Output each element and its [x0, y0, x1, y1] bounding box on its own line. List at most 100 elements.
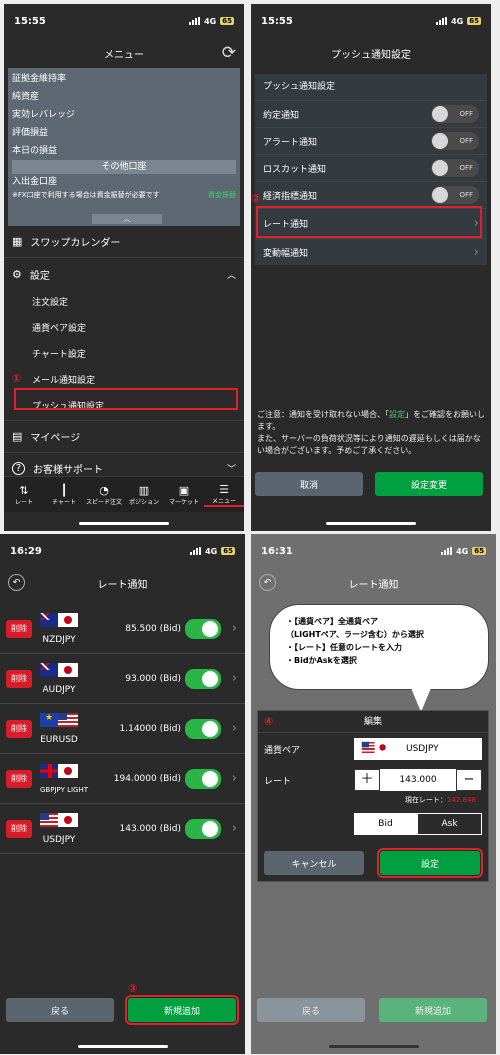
tab-label: スピード注文: [85, 498, 122, 506]
step-marker-1: ①: [12, 372, 22, 385]
collapse-button[interactable]: ︿: [92, 214, 162, 224]
volatility-notify-label: 変動幅通知: [263, 248, 309, 259]
pair-name: NZDJPY: [42, 634, 76, 645]
network: 4G: [205, 546, 218, 556]
sub-pair[interactable]: 通貨ペア設定: [32, 316, 244, 342]
toggle-switch[interactable]: [185, 718, 221, 739]
swap-calendar-item[interactable]: ▦ スワップカレンダー: [4, 226, 244, 258]
delete-button[interactable]: 削除: [6, 769, 32, 788]
mypage-item[interactable]: ▤ マイページ: [4, 420, 244, 452]
page-title: レート通知: [97, 579, 148, 591]
delete-button[interactable]: 削除: [6, 619, 32, 638]
status-bar: 16:29 4G 65: [0, 534, 245, 568]
settings-label: 設定: [29, 270, 50, 282]
sub-order[interactable]: 注文設定: [32, 290, 244, 316]
tab-rate[interactable]: ⇅ レート: [4, 484, 44, 506]
toggle-switch[interactable]: OFF: [431, 159, 479, 177]
toggle-switch[interactable]: OFF: [431, 186, 479, 204]
toggle-switch[interactable]: [185, 668, 221, 689]
chevron-right-icon[interactable]: ›: [232, 771, 237, 786]
toggle-switch[interactable]: OFF: [431, 132, 479, 150]
notice: ご注意：通知を受け取れない場合、「設定」をご確認をお願いします。 また、サーバーの…: [257, 409, 485, 457]
settings-item[interactable]: ⚙ 設定 ︿: [4, 258, 244, 290]
flag-icon: [40, 662, 78, 685]
chevron-right-icon[interactable]: ›: [232, 821, 237, 836]
toggle-knob: [432, 106, 448, 122]
tab-label: チャート: [52, 498, 76, 506]
back-button[interactable]: 戻る: [6, 998, 114, 1022]
home-indicator: [326, 522, 416, 525]
callout-tail: [411, 688, 431, 712]
pair-value: USDJPY: [406, 744, 439, 754]
signal-icon: [436, 17, 448, 25]
edit-dialog-screen: 16:31 4G 65 ↶ レート通知 ・【通貨ペア】全通貨ペア （LIGHTペア、ラ…: [251, 534, 496, 1054]
settings-link[interactable]: 設定: [389, 410, 405, 419]
back-button[interactable]: 戻る: [257, 998, 365, 1022]
rate-value: 93.000 (Bid): [125, 673, 181, 684]
delete-button[interactable]: 削除: [6, 819, 32, 838]
pair-name: USDJPY: [42, 834, 76, 845]
tab-market[interactable]: ▣ マーケット: [164, 484, 204, 506]
page-title: レート通知: [348, 579, 399, 591]
support-label: お客様サポート: [33, 465, 103, 476]
toggle-switch[interactable]: [185, 768, 221, 789]
plus-button[interactable]: ＋: [354, 769, 380, 791]
document-icon: ▤: [12, 430, 23, 443]
minus-button[interactable]: −: [456, 769, 482, 791]
back-icon[interactable]: ↶: [8, 574, 25, 591]
rate-row: 削除 EURUSD 1.14000 (Bid) ›: [0, 704, 245, 754]
tab-menu[interactable]: ☰ メニュー: [204, 483, 244, 507]
tab-chart[interactable]: ┃ チャート: [44, 484, 84, 506]
page-title: メニュー: [104, 49, 144, 61]
toggle-switch[interactable]: [185, 818, 221, 839]
tab-position[interactable]: ▥ ポジション: [124, 484, 164, 506]
toggle-knob: [432, 160, 448, 176]
header: メニュー ⟳: [4, 38, 244, 68]
delete-button[interactable]: 削除: [6, 719, 32, 738]
chart-icon: ┃: [60, 483, 68, 497]
tab-label: メニュー: [211, 497, 236, 505]
confirm-button[interactable]: 設定: [377, 848, 483, 878]
fund-transfer-link[interactable]: 資金振替: [208, 190, 236, 200]
toggle-switch[interactable]: OFF: [431, 105, 479, 123]
pair-block: GBPJPY LIGHT: [40, 763, 88, 794]
signal-icon: [441, 547, 453, 555]
cancel-button[interactable]: 取消: [255, 472, 363, 496]
back-icon[interactable]: ↶: [259, 574, 276, 591]
acct-item: 本日の損益: [12, 146, 58, 156]
menu-icon: ☰: [219, 482, 229, 496]
delete-button[interactable]: 削除: [6, 669, 32, 688]
add-button[interactable]: 新規追加: [379, 998, 487, 1022]
pair-select[interactable]: USDJPY: [354, 738, 482, 760]
rate-value: 1.14000 (Bid): [119, 723, 182, 734]
status-bar: 15:55 4G 65: [251, 4, 491, 38]
bid-button[interactable]: Bid: [354, 813, 417, 835]
home-indicator: [77, 1045, 168, 1048]
chevron-right-icon[interactable]: ›: [232, 721, 237, 736]
time: 15:55: [14, 15, 46, 27]
add-button[interactable]: 新規追加: [125, 995, 239, 1025]
notice-text: また、サーバーの負荷状況等により通知の遅延もしくは届かない場合がございます。予め…: [257, 434, 481, 455]
refresh-icon[interactable]: ⟳: [222, 43, 236, 63]
toggle-label: 約定通知: [263, 110, 300, 121]
ask-button[interactable]: Ask: [417, 813, 482, 835]
calendar-icon: ▦: [12, 235, 23, 248]
save-button[interactable]: 設定変更: [375, 472, 483, 496]
flag-icon: [40, 712, 78, 735]
toggle-switch[interactable]: [185, 618, 221, 639]
chevron-right-icon[interactable]: ›: [232, 621, 237, 636]
flag-icon: [40, 812, 78, 835]
fx-note-row: ※FX口座で利用する場合は資金振替が必要です 資金振替: [12, 190, 236, 200]
rate-input[interactable]: 143.000: [380, 775, 456, 785]
toggle-knob: [202, 720, 218, 737]
tab-speed[interactable]: ◔ スピード注文: [84, 484, 124, 506]
header: ↶ レート通知: [251, 568, 496, 598]
chevron-right-icon[interactable]: ›: [232, 671, 237, 686]
edit-dialog: ④ 編集 通貨ペア USDJPY レート ＋ 143.000− 現在レート：142.8…: [257, 710, 489, 882]
account-summary: 証拠金維持率 純資産 実効レバレッジ 評価損益 本日の損益 その他口座 入出金口…: [8, 68, 240, 226]
volatility-notify-row[interactable]: 変動幅通知 ›: [255, 238, 487, 265]
sub-chart[interactable]: チャート設定: [32, 342, 244, 368]
cancel-button[interactable]: キャンセル: [264, 851, 364, 875]
gear-icon: ⚙: [12, 267, 22, 281]
swap-calendar-label: スワップカレンダー: [30, 238, 121, 249]
